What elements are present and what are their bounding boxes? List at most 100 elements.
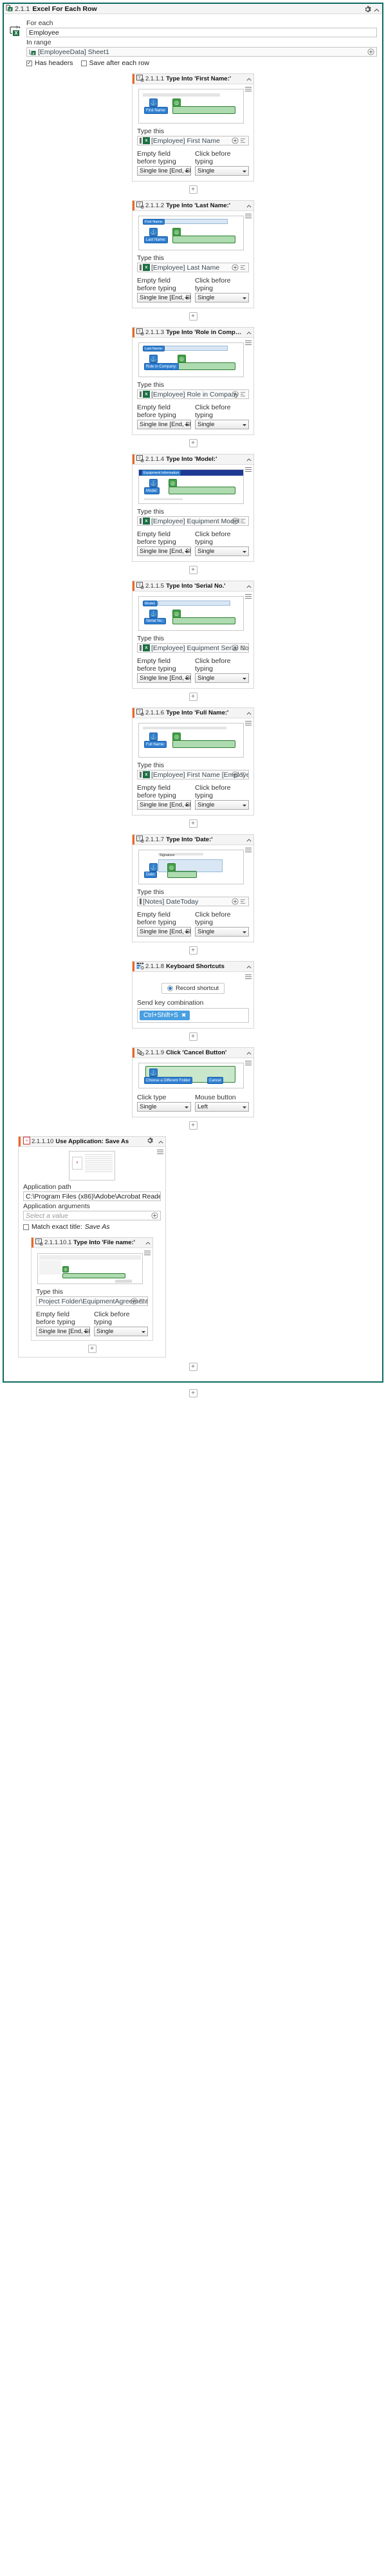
open-expression-icon[interactable] <box>239 898 247 906</box>
mouse-button-select[interactable]: Left <box>195 1102 249 1112</box>
activity-card-type-into-file-name[interactable]: T 2.1.1.10.1 Type Into 'File name:' ◎ Ty… <box>31 1237 153 1341</box>
has-headers-checkbox[interactable]: ✓ <box>26 60 32 66</box>
add-activity-button[interactable]: + <box>188 439 198 447</box>
card-header[interactable]: T 2.1.1.10.1 Type Into 'File name:' <box>32 1238 152 1248</box>
type-this-input[interactable]: Project Folder\EquipmentAgreement\Equ ..… <box>36 1296 148 1306</box>
hamburger-menu-icon[interactable] <box>245 467 252 472</box>
add-activity-button[interactable]: + <box>188 312 198 321</box>
target-screenshot-preview[interactable]: ⚓ Choose a Different Folder Cancel <box>138 1063 244 1088</box>
empty-field-select[interactable]: Single line [End, Shift+H <box>137 420 191 429</box>
open-expression-icon[interactable] <box>239 391 247 398</box>
card-header[interactable]: T 2.1.1.5 Type Into 'Serial No.' <box>133 581 253 592</box>
add-activity-button[interactable]: + <box>188 566 198 574</box>
type-this-input[interactable]: x [Employee] Role in Company <box>137 389 249 399</box>
card-header[interactable]: T 2.1.1.7 Type Into 'Date:' <box>133 835 253 845</box>
card-header[interactable]: T 2.1.1.1 Type Into 'First Name:' <box>133 74 253 84</box>
add-activity-button[interactable]: + <box>188 1121 198 1130</box>
card-header[interactable]: T 2.1.1.4 Type Into 'Model:' <box>133 454 253 465</box>
add-activity-button[interactable]: + <box>188 693 198 701</box>
card-header[interactable]: ᵃ 2.1.1.10 Use Application: Save As <box>19 1137 165 1147</box>
add-activity-button[interactable]: + <box>188 946 198 955</box>
target-screenshot-preview[interactable]: Signature ⚓ ◎ Date: <box>138 850 244 884</box>
chevron-up-icon[interactable] <box>244 456 252 463</box>
chevron-up-icon[interactable] <box>143 1240 151 1246</box>
click-before-select[interactable]: Single <box>195 927 249 937</box>
add-activity-button[interactable]: + <box>188 1032 198 1041</box>
chevron-up-icon[interactable] <box>244 203 252 209</box>
chevron-up-icon[interactable] <box>244 964 252 970</box>
hamburger-menu-icon[interactable] <box>245 721 252 725</box>
chevron-up-icon[interactable] <box>156 1139 163 1145</box>
click-before-select[interactable]: Single <box>195 420 249 429</box>
vb-expression-icon[interactable] <box>232 518 239 525</box>
outer-header[interactable]: x 2.1.1 Excel For Each Row <box>4 4 382 14</box>
empty-field-select[interactable]: Single line [End, Shift+H <box>137 800 191 810</box>
target-screenshot-preview[interactable]: Equipment Information ⚓ ◎ Model: <box>138 469 244 504</box>
chevron-up-icon[interactable] <box>244 76 252 82</box>
open-expression-icon[interactable] <box>239 264 247 272</box>
open-expression-icon[interactable] <box>239 644 247 652</box>
key-chip[interactable]: Ctrl+Shift+S ✖ <box>140 1011 190 1020</box>
type-this-input[interactable]: x [Employee] Equipment Serial No. <box>137 643 249 653</box>
record-shortcut-button[interactable]: Record shortcut <box>161 983 225 994</box>
vb-expression-icon[interactable] <box>232 137 239 145</box>
click-before-select[interactable]: Single <box>195 673 249 683</box>
hamburger-menu-icon[interactable] <box>245 1061 252 1065</box>
target-screenshot-preview[interactable]: ⚓ ◎ Full Name: <box>138 723 244 758</box>
application-arguments-input[interactable]: Select a value <box>23 1211 161 1220</box>
in-range-input[interactable]: x [EmployeeData] Sheet1 <box>26 47 377 57</box>
for-each-input[interactable]: Employee <box>26 28 377 37</box>
type-this-input[interactable]: x [Employee] First Name [Employee] L... <box>137 770 249 779</box>
click-before-select[interactable]: Single <box>195 293 249 303</box>
hamburger-menu-icon[interactable] <box>144 1251 151 1255</box>
add-activity-button-root[interactable]: + <box>188 1389 198 1397</box>
plus-icon[interactable] <box>367 48 375 56</box>
activity-card-click-cancel-button[interactable]: 2.1.1.9 Click 'Cancel Button' ⚓ Choose a… <box>132 1047 254 1117</box>
empty-field-select[interactable]: Single line [End, Shift+H <box>137 546 191 556</box>
chevron-up-icon[interactable] <box>244 837 252 843</box>
empty-field-select[interactable]: Single line [End, Shift+H <box>137 673 191 683</box>
card-header[interactable]: 2.1.1.8 Keyboard Shortcuts <box>133 962 253 972</box>
target-screenshot-preview[interactable]: First Name: ⚓ ◎ Last Name: <box>138 216 244 250</box>
activity-card-type-into-full-name[interactable]: T 2.1.1.6 Type Into 'Full Name:' ⚓ ◎ Ful… <box>132 707 254 816</box>
target-screenshot-preview[interactable]: Model: ⚓ ◎ Serial No.: <box>138 596 244 631</box>
chevron-up-icon[interactable] <box>244 583 252 590</box>
empty-field-select[interactable]: Single line [End, Shift+H <box>137 166 191 176</box>
application-screenshot-preview[interactable]: ᵃ <box>69 1151 115 1181</box>
card-header[interactable]: T 2.1.1.6 Type Into 'Full Name:' <box>133 708 253 718</box>
vb-expression-icon[interactable] <box>232 771 239 779</box>
chevron-up-icon[interactable] <box>244 1050 252 1056</box>
add-activity-button[interactable]: + <box>188 819 198 828</box>
click-before-select[interactable]: Single <box>195 166 249 176</box>
type-this-input[interactable]: x [Employee] Equipment Model <box>137 516 249 526</box>
chevron-up-icon[interactable] <box>371 7 380 14</box>
open-expression-icon[interactable] <box>138 1298 146 1305</box>
chevron-up-icon[interactable] <box>244 330 252 336</box>
target-screenshot-preview[interactable]: Last Name: ⚓ ◎ Role in Company: <box>138 342 244 377</box>
activity-card-keyboard-shortcuts[interactable]: 2.1.1.8 Keyboard Shortcuts Record shortc… <box>132 961 254 1029</box>
type-this-input[interactable]: x [Employee] First Name <box>137 136 249 145</box>
click-before-select[interactable]: Single <box>195 546 249 556</box>
add-activity-button-nested[interactable]: + <box>87 1345 96 1353</box>
vb-expression-icon[interactable] <box>232 391 239 398</box>
open-expression-icon[interactable] <box>239 137 247 145</box>
open-expression-icon[interactable] <box>239 771 247 779</box>
click-type-select[interactable]: Single <box>137 1102 191 1112</box>
remove-chip-icon[interactable]: ✖ <box>181 1012 187 1019</box>
activity-card-use-application-save-as[interactable]: ᵃ 2.1.1.10 Use Application: Save As ᵃ Ap… <box>18 1136 166 1358</box>
add-activity-button[interactable]: + <box>188 185 198 194</box>
type-this-input[interactable]: [Notes] DateToday <box>137 897 249 906</box>
chevron-up-icon[interactable] <box>244 710 252 716</box>
gear-icon[interactable] <box>147 1137 153 1146</box>
add-activity-button-outer[interactable]: + <box>188 1363 198 1371</box>
card-header[interactable]: T 2.1.1.2 Type Into 'Last Name:' <box>133 201 253 211</box>
hamburger-menu-icon[interactable] <box>245 87 252 91</box>
hamburger-menu-icon[interactable] <box>245 341 252 345</box>
activity-card-type-into-date[interactable]: T 2.1.1.7 Type Into 'Date:' Signature ⚓ … <box>132 834 254 942</box>
plus-icon[interactable] <box>151 1212 159 1220</box>
vb-expression-icon[interactable] <box>131 1298 138 1305</box>
click-before-select[interactable]: Single <box>94 1327 148 1336</box>
click-before-select[interactable]: Single <box>195 800 249 810</box>
empty-field-select[interactable]: Single line [End, Shift+H <box>137 293 191 303</box>
empty-field-select[interactable]: Single line [End, Shift+H <box>36 1327 90 1336</box>
